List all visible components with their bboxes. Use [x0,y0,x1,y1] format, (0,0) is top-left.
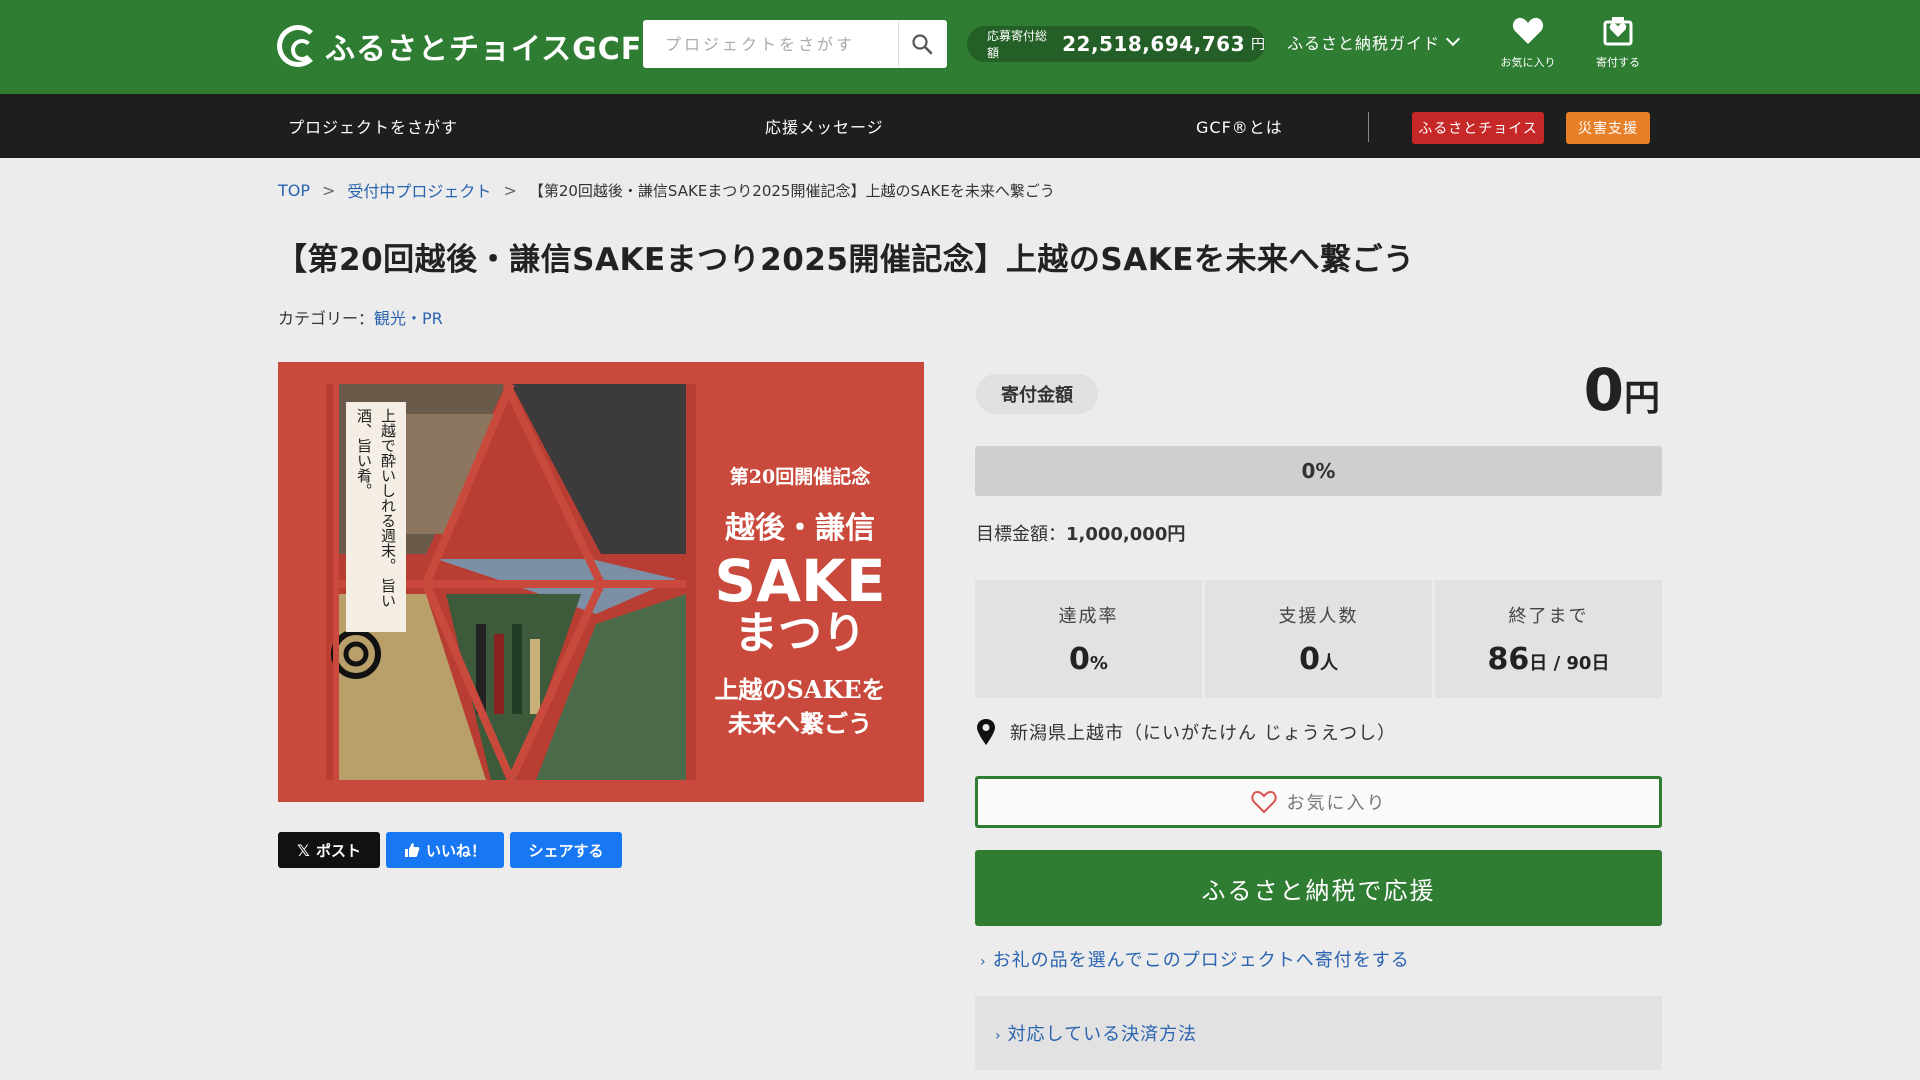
total-donation-value: 22,518,694,763 [1062,32,1245,56]
donation-amount-label: 寄付金額 [976,374,1098,414]
total-donation-pill: 応募寄付総額 22,518,694,763 円 [967,26,1265,62]
funding-progress-bar: 0% [975,446,1662,496]
add-favorite-button[interactable]: お気に入り [975,776,1662,828]
stat-label: 達成率 [1058,606,1119,627]
hero-tagline-line1: 上越のSAKEを [714,675,886,704]
favorites-caption: お気に入り [1500,56,1556,69]
disaster-support-badge[interactable]: 災害支援 [1566,112,1650,144]
nav-about-gcf[interactable]: GCF®とは [1196,114,1283,138]
stat-value: 86日 / 90日 [1487,642,1610,677]
breadcrumb: TOP > 受付中プロジェクト > 【第20回越後・謙信SAKEまつり2025開… [278,178,1055,202]
goal-amount: 目標金額：1,000,000円 [976,520,1185,546]
facebook-share-button[interactable]: シェアする [510,832,622,868]
amount-unit: 円 [1623,378,1660,419]
main-nav: プロジェクトをさがす 応援メッセージ GCF®とは ふるさとチョイス 災害支援 [0,94,1920,158]
heart-icon [1512,17,1544,44]
chevron-down-icon [1445,31,1461,47]
breadcrumb-open-projects[interactable]: 受付中プロジェクト [347,178,491,202]
thumbs-up-icon [404,843,420,857]
furusato-support-button[interactable]: ふるさと納税で応援 [975,850,1662,926]
top-header: ふるさとチョイスGCF® 応募寄付総額 22,518,694,763 円 ふるさ… [0,0,1920,94]
amount-number: 0 [1583,356,1624,424]
hero-title-block: 第20回開催記念 越後・謙信 SAKE まつり 上越のSAKEを 未来へ繋ごう [700,462,900,741]
funding-stats: 達成率 0% 支援人数 0人 終了まで 86日 / 90日 [975,580,1662,698]
stat-achievement: 達成率 0% [975,580,1202,698]
category-label: カテゴリー： [278,309,375,328]
hero-tagline: 上越のSAKEを 未来へ繋ごう [700,673,900,741]
breadcrumb-separator: > [503,180,517,200]
stat-supporters: 支援人数 0人 [1205,580,1432,698]
stat-label: 終了まで [1508,606,1589,627]
donate-link[interactable]: 寄付する [1578,16,1658,70]
donation-amount-value: 0円 [1584,356,1660,424]
facebook-like-button[interactable]: いいね！ [386,832,504,868]
breadcrumb-current: 【第20回越後・謙信SAKEまつり2025開催記念】上越のSAKEを未来へ繋ごう [528,181,1055,200]
location-text: 新潟県上越市（にいがたけん じょうえつし） [1010,723,1397,744]
project-location: 新潟県上越市（にいがたけん じょうえつし） [976,718,1396,746]
favorite-button-label: お気に入り [1286,793,1387,814]
favorites-link[interactable]: お気に入り [1488,16,1568,70]
share-buttons: 𝕏 ポスト いいね！ シェアする [278,832,622,868]
nav-divider [1368,112,1369,142]
search-button[interactable] [898,21,944,67]
progress-percent: 0% [1301,459,1336,483]
breadcrumb-top[interactable]: TOP [278,181,310,200]
hero-side-caption: 上越で酔いしれる週末。 旨い酒、旨い肴。 [346,402,406,632]
like-label: いいね！ [425,841,486,860]
stat-days-remaining: 終了まで 86日 / 90日 [1435,580,1662,698]
hero-event-name: 越後・謙信 [725,511,875,546]
goal-value: 1,000,000円 [1066,524,1186,545]
x-post-button[interactable]: 𝕏 ポスト [278,832,380,868]
stat-label: 支援人数 [1278,606,1359,627]
project-hero-image: 上越で酔いしれる週末。 旨い酒、旨い肴。 第20回開催記念 越後・謙信 SAKE… [278,362,924,802]
payment-methods-accordion[interactable]: › 対応している決済方法 [975,996,1662,1070]
project-category: カテゴリー：観光・PR [278,305,443,329]
page-title: 【第20回越後・謙信SAKEまつり2025開催記念】上越のSAKEを未来へ繋ごう [276,242,1415,278]
gift-select-link[interactable]: › お礼の品を選んでこのプロジェクトへ寄付をする [980,946,1410,972]
hero-sake: SAKE [714,547,886,615]
chevron-right-icon: › [995,1028,1002,1044]
goal-label: 目標金額： [976,524,1066,545]
furusato-choice-badge[interactable]: ふるさとチョイス [1412,112,1544,144]
site-logo[interactable]: ふるさとチョイスGCF® [277,22,654,70]
payment-methods-label: 対応している決済方法 [1007,1024,1198,1045]
search-icon [911,34,932,55]
category-link[interactable]: 観光・PR [374,309,443,328]
x-post-label: ポスト [315,841,361,860]
furusato-guide-menu[interactable]: ふるさと納税ガイド [1287,30,1461,54]
hero-anniversary: 第20回開催記念 [729,466,871,488]
search-input[interactable] [643,20,898,68]
chevron-right-icon: › [980,954,987,970]
search-box [643,20,947,68]
donate-caption: 寄付する [1596,56,1640,69]
hero-matsuri: まつり [734,608,866,659]
stat-value: 0% [1069,642,1108,677]
hero-tagline-line2: 未来へ繋ごう [728,709,872,738]
nav-messages[interactable]: 応援メッセージ [765,114,884,138]
nav-find-projects[interactable]: プロジェクトをさがす [288,114,458,138]
location-pin-icon [977,719,995,745]
donate-icon [1603,17,1633,46]
logo-text: ふるさとチョイスGCF® [325,32,653,67]
gift-link-label: お礼の品を選んでこのプロジェクトへ寄付をする [992,950,1410,971]
guide-label: ふるさと納税ガイド [1287,34,1441,53]
x-logo-icon: 𝕏 [297,840,310,860]
heart-outline-icon [1250,791,1277,814]
total-donation-unit: 円 [1251,37,1265,53]
stat-value: 0人 [1299,642,1338,677]
total-donation-label: 応募寄付総額 [987,29,1048,60]
breadcrumb-separator: > [322,180,336,200]
logo-mark-icon [277,25,319,67]
